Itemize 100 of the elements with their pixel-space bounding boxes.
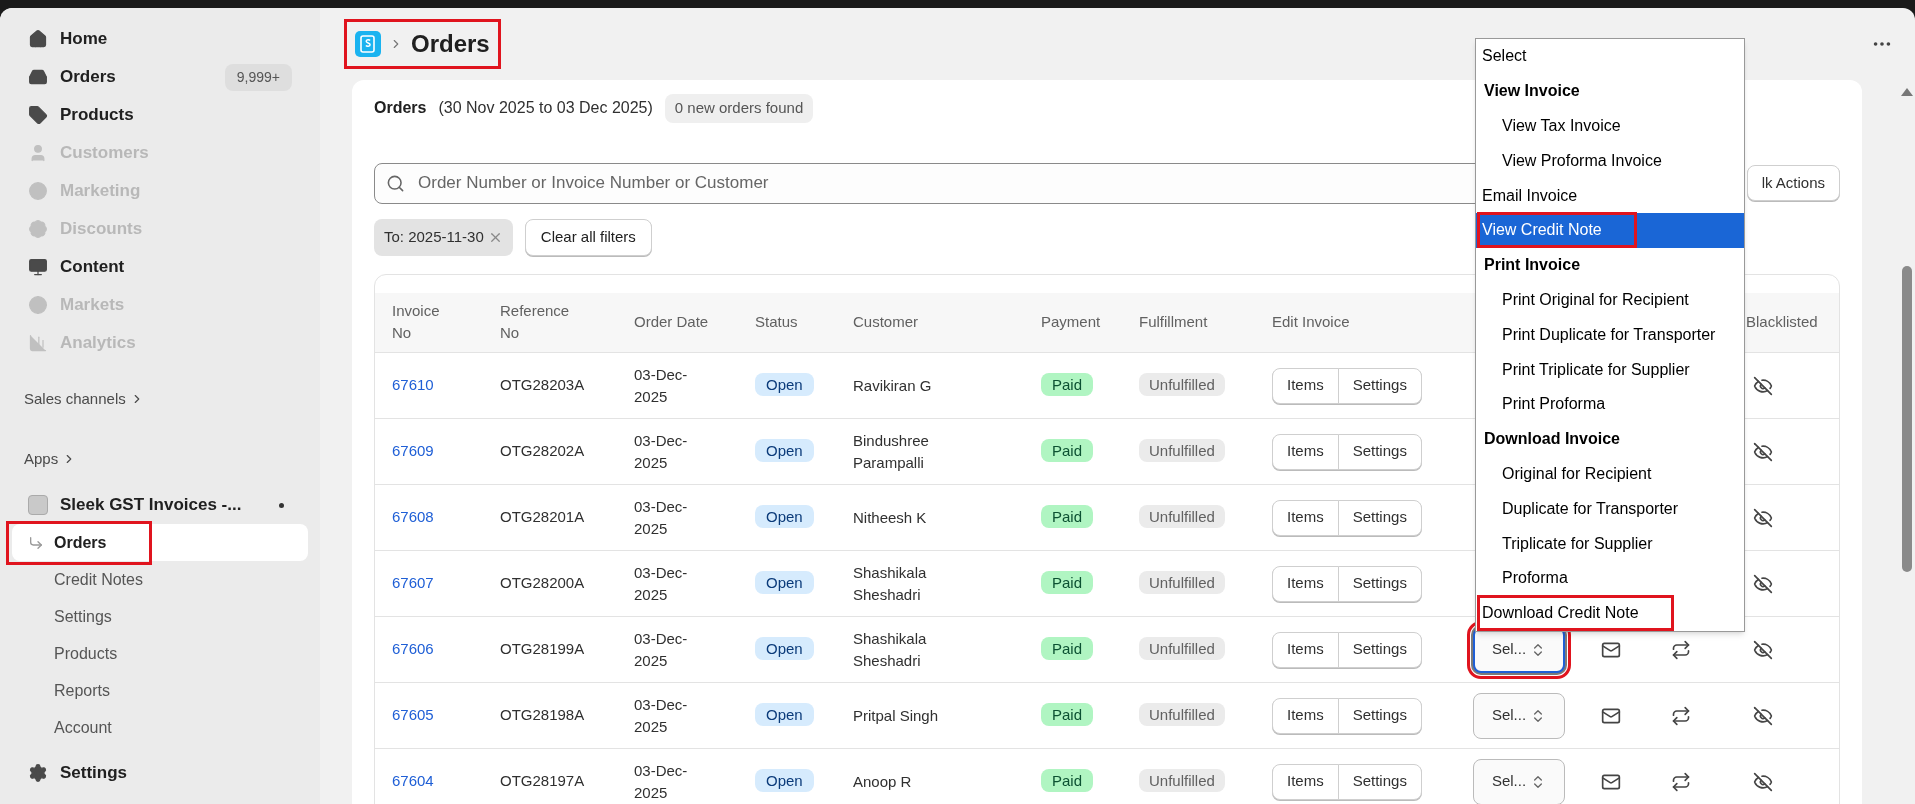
fulfillment-badge: Unfulfilled: [1139, 505, 1225, 529]
nav-item[interactable]: Products: [12, 96, 308, 134]
edit-button[interactable]: Items: [1272, 631, 1339, 668]
table-cell-text: 03-Dec-2025: [634, 496, 689, 539]
repeat-icon[interactable]: [1671, 705, 1691, 726]
invoice-link[interactable]: 67606: [392, 640, 434, 658]
fulfillment-badge: Unfulfilled: [1139, 571, 1225, 595]
dropdown-option[interactable]: Print Duplicate for Transporter: [1476, 317, 1744, 353]
edit-button[interactable]: Items: [1272, 433, 1339, 470]
branch-arrow-icon: [28, 534, 44, 551]
app-name[interactable]: Sleek GST Invoices -...: [60, 492, 267, 518]
app-nav-item[interactable]: Credit Notes: [12, 561, 308, 598]
fulfillment-badge: Unfulfilled: [1139, 769, 1225, 793]
dropdown-option[interactable]: Proforma: [1476, 560, 1744, 596]
section-link[interactable]: Sales channels: [12, 384, 156, 414]
table-cell-text: 03-Dec-2025: [634, 562, 689, 605]
column-header: Reference No: [500, 300, 570, 344]
edit-button[interactable]: Settings: [1337, 565, 1422, 602]
eye-off-icon[interactable]: [1753, 507, 1773, 528]
table-cell: OTG28199A: [500, 640, 585, 658]
column-header: Customer: [853, 312, 920, 332]
payment-badge: Paid: [1041, 703, 1094, 727]
app-nav-item[interactable]: Settings: [12, 598, 308, 635]
status-badge: Open: [755, 637, 814, 661]
invoice-link[interactable]: 67608: [392, 508, 434, 526]
table-cell-text: 03-Dec-2025: [634, 760, 689, 803]
eye-off-icon[interactable]: [1753, 441, 1773, 462]
nav-item[interactable]: Orders 9,999+: [12, 58, 308, 96]
table-cell: OTG28202A: [500, 442, 585, 460]
edit-button[interactable]: Items: [1272, 565, 1339, 602]
column-header: Order Date: [634, 312, 710, 332]
repeat-icon[interactable]: [1671, 771, 1691, 792]
filter-chip[interactable]: To: 2025-11-30: [374, 218, 513, 256]
eye-off-icon[interactable]: [1753, 375, 1773, 396]
count-badge: 0 new orders found: [664, 94, 814, 123]
dropdown-option[interactable]: Duplicate for Transporter: [1476, 491, 1744, 527]
dropdown-option[interactable]: Triplicate for Supplier: [1476, 526, 1744, 561]
edit-button[interactable]: Settings: [1337, 367, 1422, 404]
invoice-link[interactable]: 67605: [392, 706, 434, 724]
section-link[interactable]: Apps: [12, 444, 89, 474]
edit-button[interactable]: Settings: [1337, 763, 1422, 800]
invoice-link[interactable]: 67607: [392, 574, 434, 592]
repeat-icon[interactable]: [1671, 639, 1691, 660]
edit-button[interactable]: Items: [1272, 367, 1339, 404]
dropdown-option[interactable]: Print Original for Recipient: [1476, 282, 1744, 318]
eye-off-icon[interactable]: [1753, 705, 1773, 726]
page-title: Orders: [411, 29, 490, 59]
dropdown-option[interactable]: Print Proforma: [1476, 386, 1744, 422]
dropdown-option[interactable]: View Credit Note: [1476, 213, 1744, 248]
action-select[interactable]: Sel...: [1473, 692, 1565, 739]
table-cell: OTG28201A: [500, 508, 585, 526]
table-cell-text: Pritpal Singh: [853, 705, 940, 726]
edit-button[interactable]: Items: [1272, 697, 1339, 734]
payment-badge: Paid: [1041, 373, 1094, 397]
table-cell-text: Nitheesh K: [853, 507, 928, 528]
nav-item[interactable]: Content: [12, 248, 308, 286]
app-nav-item[interactable]: Reports: [12, 672, 308, 709]
option-group-label: View Invoice: [1483, 81, 1581, 102]
edit-button[interactable]: Settings: [1337, 433, 1422, 470]
table-cell-text: 03-Dec-2025: [634, 364, 689, 407]
card-title: Orders: [374, 98, 427, 119]
home-icon: [28, 29, 48, 49]
clear-filters-button[interactable]: Clear all filters: [524, 218, 652, 256]
edit-button[interactable]: Settings: [1337, 499, 1422, 536]
dropdown-option[interactable]: Select: [1476, 39, 1744, 74]
edit-button[interactable]: Items: [1272, 763, 1339, 800]
inbox-icon: [28, 67, 48, 87]
status-badge: Open: [755, 769, 814, 793]
app-logo-icon: [355, 31, 381, 57]
column-header: Blacklisted: [1746, 312, 1819, 332]
column-header: Payment: [1041, 312, 1102, 332]
edit-button[interactable]: Items: [1272, 499, 1339, 536]
column-header: Edit Invoice: [1272, 312, 1351, 332]
nav-item[interactable]: Home: [12, 20, 308, 58]
edit-button[interactable]: Settings: [1337, 631, 1422, 668]
dropdown-option[interactable]: Print Triplicate for Supplier: [1476, 352, 1744, 387]
app-nav-item[interactable]: Products: [12, 635, 308, 672]
table-cell-text: Anoop R: [853, 771, 913, 792]
eye-off-icon[interactable]: [1753, 771, 1773, 792]
eye-off-icon[interactable]: [1753, 639, 1773, 660]
edit-button[interactable]: Settings: [1337, 697, 1422, 734]
status-badge: Open: [755, 439, 814, 463]
fulfillment-badge: Unfulfilled: [1139, 439, 1225, 463]
table-cell-text: 03-Dec-2025: [634, 628, 689, 671]
option-group-label: Download Invoice: [1483, 429, 1621, 450]
status-badge: Open: [755, 373, 814, 397]
status-badge: Open: [755, 571, 814, 595]
table-cell: OTG28203A: [500, 376, 585, 394]
dropdown-option[interactable]: View Tax Invoice: [1476, 108, 1744, 144]
invoice-link[interactable]: 67604: [392, 772, 434, 790]
bulk-actions-button[interactable]: lk Actions: [1746, 165, 1840, 201]
action-select[interactable]: Sel...: [1473, 758, 1565, 804]
invoice-link[interactable]: 67609: [392, 442, 434, 460]
tag-icon: [28, 105, 48, 125]
invoice-link[interactable]: 67610: [392, 376, 434, 394]
nav-item[interactable]: Settings: [12, 754, 308, 792]
dropdown-option[interactable]: Original for Recipient: [1476, 456, 1744, 492]
app-nav-item[interactable]: Account: [12, 709, 308, 746]
table-cell-text: 03-Dec-2025: [634, 694, 689, 737]
eye-off-icon[interactable]: [1753, 573, 1773, 594]
